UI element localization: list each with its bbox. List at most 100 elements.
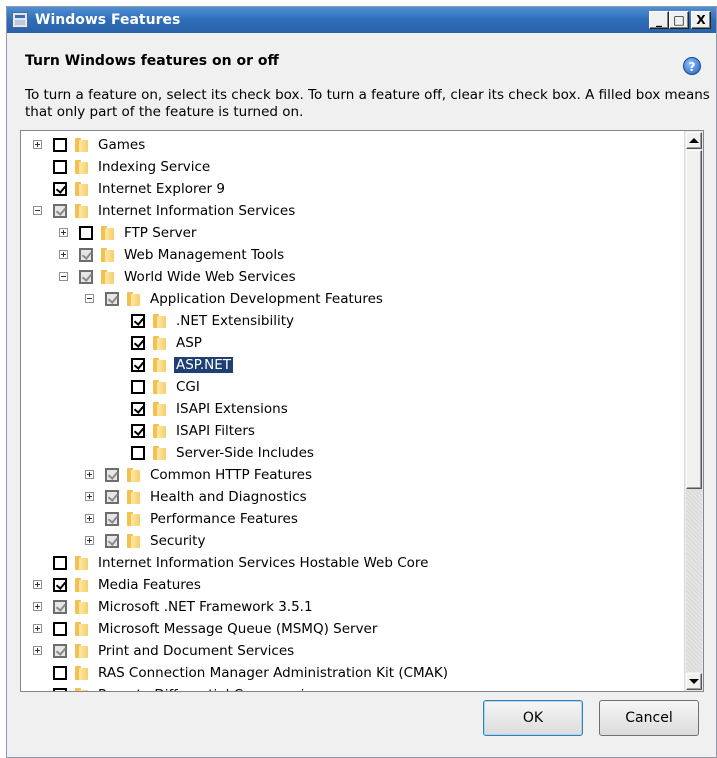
expand-icon[interactable]	[33, 602, 42, 611]
tree-row[interactable]: ASP.NET	[21, 354, 684, 376]
feature-label[interactable]: ASP	[174, 335, 204, 351]
tree-row[interactable]: World Wide Web Services	[21, 266, 684, 288]
tree-row[interactable]: Media Features	[21, 574, 684, 596]
feature-checkbox[interactable]	[131, 314, 145, 328]
feature-checkbox[interactable]	[53, 578, 67, 592]
tree-row[interactable]: Web Management Tools	[21, 244, 684, 266]
expand-icon[interactable]	[33, 580, 42, 589]
feature-checkbox[interactable]	[53, 204, 67, 218]
feature-label[interactable]: ISAPI Extensions	[174, 401, 290, 417]
feature-checkbox[interactable]	[131, 424, 145, 438]
vertical-scrollbar[interactable]	[684, 131, 703, 691]
tree-row[interactable]: Microsoft .NET Framework 3.5.1	[21, 596, 684, 618]
maximize-button[interactable]: □	[669, 11, 689, 29]
scrollbar-thumb[interactable]	[686, 150, 702, 489]
feature-checkbox[interactable]	[131, 380, 145, 394]
feature-checkbox[interactable]	[53, 622, 67, 636]
feature-label[interactable]: Server-Side Includes	[174, 445, 316, 461]
help-icon[interactable]: ?	[683, 57, 701, 75]
feature-label[interactable]: Microsoft .NET Framework 3.5.1	[96, 599, 315, 615]
feature-label[interactable]: FTP Server	[122, 225, 198, 241]
feature-label[interactable]: Internet Information Services Hostable W…	[96, 555, 430, 571]
feature-checkbox[interactable]	[105, 292, 119, 306]
feature-checkbox[interactable]	[79, 248, 93, 262]
feature-label[interactable]: Indexing Service	[96, 159, 212, 175]
collapse-icon[interactable]	[85, 294, 94, 303]
expand-icon[interactable]	[33, 140, 42, 149]
features-tree[interactable]: Games Indexing Service Internet Explorer 9…	[20, 130, 704, 692]
feature-checkbox[interactable]	[53, 138, 67, 152]
tree-row[interactable]: ISAPI Extensions	[21, 398, 684, 420]
feature-label[interactable]: RAS Connection Manager Administration Ki…	[96, 665, 450, 681]
feature-label[interactable]: Media Features	[96, 577, 203, 593]
feature-checkbox[interactable]	[53, 688, 67, 691]
minimize-button[interactable]: _	[649, 11, 669, 29]
feature-label[interactable]: .NET Extensibility	[174, 313, 296, 329]
feature-label[interactable]: Performance Features	[148, 511, 300, 527]
tree-row[interactable]: Health and Diagnostics	[21, 486, 684, 508]
ok-button[interactable]: OK	[483, 700, 583, 736]
tree-row[interactable]: Games	[21, 134, 684, 156]
tree-row[interactable]: Internet Information Services Hostable W…	[21, 552, 684, 574]
expand-icon[interactable]	[85, 492, 94, 501]
tree-row[interactable]: Common HTTP Features	[21, 464, 684, 486]
feature-label[interactable]: Internet Explorer 9	[96, 181, 227, 197]
tree-row[interactable]: Performance Features	[21, 508, 684, 530]
expand-icon[interactable]	[59, 250, 68, 259]
feature-checkbox[interactable]	[53, 600, 67, 614]
tree-row[interactable]: CGI	[21, 376, 684, 398]
collapse-icon[interactable]	[33, 206, 42, 215]
feature-label[interactable]: Health and Diagnostics	[148, 489, 309, 505]
close-button[interactable]: X	[691, 11, 711, 29]
feature-label[interactable]: Remote Differential Compression	[96, 687, 323, 691]
tree-row[interactable]: Indexing Service	[21, 156, 684, 178]
feature-checkbox[interactable]	[105, 534, 119, 548]
feature-checkbox[interactable]	[131, 358, 145, 372]
tree-row[interactable]: .NET Extensibility	[21, 310, 684, 332]
expand-icon[interactable]	[85, 470, 94, 479]
feature-label[interactable]: CGI	[174, 379, 202, 395]
feature-label[interactable]: Web Management Tools	[122, 247, 286, 263]
expand-icon[interactable]	[33, 624, 42, 633]
tree-row[interactable]: RAS Connection Manager Administration Ki…	[21, 662, 684, 684]
expand-icon[interactable]	[33, 646, 42, 655]
feature-checkbox[interactable]	[53, 666, 67, 680]
tree-row[interactable]: ISAPI Filters	[21, 420, 684, 442]
scrollbar-track[interactable]	[686, 489, 702, 672]
feature-label[interactable]: Application Development Features	[148, 291, 385, 307]
feature-checkbox[interactable]	[105, 512, 119, 526]
tree-row[interactable]: Server-Side Includes	[21, 442, 684, 464]
feature-label[interactable]: Internet Information Services	[96, 203, 297, 219]
feature-checkbox[interactable]	[53, 644, 67, 658]
expand-icon[interactable]	[85, 536, 94, 545]
tree-row[interactable]: Internet Explorer 9	[21, 178, 684, 200]
feature-checkbox[interactable]	[131, 446, 145, 460]
feature-checkbox[interactable]	[131, 402, 145, 416]
feature-checkbox[interactable]	[53, 182, 67, 196]
expand-icon[interactable]	[59, 228, 68, 237]
tree-row[interactable]: Remote Differential Compression	[21, 684, 684, 691]
scroll-down-button[interactable]	[686, 673, 702, 690]
feature-checkbox[interactable]	[105, 490, 119, 504]
tree-row[interactable]: Security	[21, 530, 684, 552]
tree-row[interactable]: Internet Information Services	[21, 200, 684, 222]
feature-label[interactable]: Security	[148, 533, 207, 549]
title-bar[interactable]: Windows Features _ □ X	[7, 7, 716, 33]
feature-label[interactable]: ISAPI Filters	[174, 423, 257, 439]
cancel-button[interactable]: Cancel	[599, 700, 699, 736]
scroll-up-button[interactable]	[686, 132, 702, 149]
feature-label[interactable]: Common HTTP Features	[148, 467, 314, 483]
tree-row[interactable]: Application Development Features	[21, 288, 684, 310]
expand-icon[interactable]	[85, 514, 94, 523]
feature-label[interactable]: Microsoft Message Queue (MSMQ) Server	[96, 621, 379, 637]
tree-row[interactable]: ASP	[21, 332, 684, 354]
collapse-icon[interactable]	[59, 272, 68, 281]
feature-label[interactable]: World Wide Web Services	[122, 269, 298, 285]
feature-checkbox[interactable]	[105, 468, 119, 482]
tree-row[interactable]: Print and Document Services	[21, 640, 684, 662]
feature-checkbox[interactable]	[53, 556, 67, 570]
feature-label[interactable]: ASP.NET	[174, 357, 234, 373]
tree-row[interactable]: Microsoft Message Queue (MSMQ) Server	[21, 618, 684, 640]
feature-checkbox[interactable]	[79, 270, 93, 284]
feature-checkbox[interactable]	[131, 336, 145, 350]
